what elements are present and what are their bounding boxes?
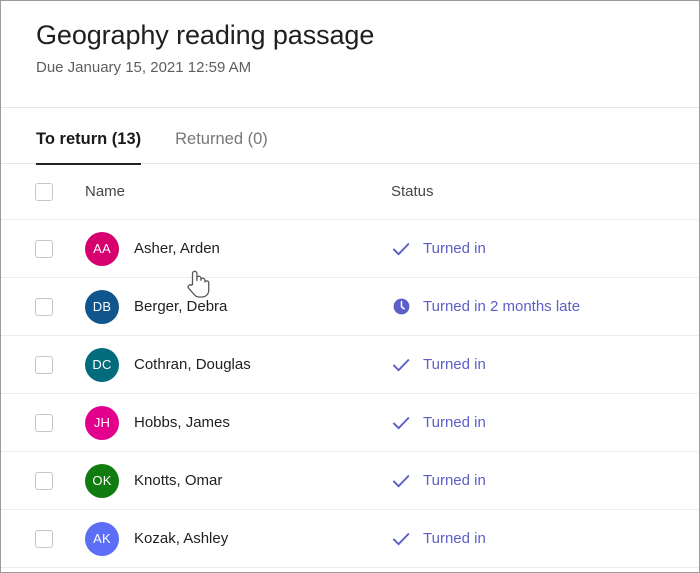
status-label: Turned in xyxy=(423,240,486,257)
row-checkbox[interactable] xyxy=(35,529,53,548)
table-row[interactable]: DB Berger, Debra Turned in 2 months late xyxy=(1,278,699,336)
status-label: Turned in xyxy=(423,530,486,547)
row-select-cell xyxy=(1,413,71,432)
student-name: Asher, Arden xyxy=(134,240,220,257)
row-checkbox[interactable] xyxy=(35,471,53,490)
page-title: Geography reading passage xyxy=(36,20,375,50)
row-select-cell xyxy=(1,297,71,316)
student-name: Berger, Debra xyxy=(134,298,228,315)
clock-icon xyxy=(391,297,411,317)
check-icon xyxy=(391,471,411,491)
student-name: Hobbs, James xyxy=(134,414,230,431)
row-checkbox[interactable] xyxy=(35,355,53,374)
check-icon xyxy=(391,355,411,375)
row-checkbox[interactable] xyxy=(35,239,53,258)
row-select-cell xyxy=(1,529,71,548)
assignment-header: Geography reading passage Due January 15… xyxy=(1,1,699,108)
student-cell[interactable]: JH Hobbs, James xyxy=(71,405,391,440)
avatar: DB xyxy=(85,289,119,324)
select-all-checkbox[interactable] xyxy=(35,182,53,201)
check-icon xyxy=(391,413,411,433)
student-list: AA Asher, Arden Turned in DB Berger, Debra Tu… xyxy=(1,220,699,568)
student-name: Cothran, Douglas xyxy=(134,356,251,373)
status-label: Turned in xyxy=(423,356,486,373)
check-icon xyxy=(391,529,411,549)
table-row[interactable]: OK Knotts, Omar Turned in xyxy=(1,452,699,510)
table-row[interactable]: JH Hobbs, James Turned in xyxy=(1,394,699,452)
student-cell[interactable]: DC Cothran, Douglas xyxy=(71,347,391,382)
student-name: Knotts, Omar xyxy=(134,472,223,489)
avatar: OK xyxy=(85,463,119,498)
student-cell[interactable]: OK Knotts, Omar xyxy=(71,463,391,498)
tab-returned[interactable]: Returned (0) xyxy=(175,108,268,165)
status-cell[interactable]: Turned in xyxy=(391,471,699,491)
status-cell[interactable]: Turned in xyxy=(391,529,699,549)
student-cell[interactable]: AA Asher, Arden xyxy=(71,231,391,266)
avatar: JH xyxy=(85,405,119,440)
tab-to-return[interactable]: To return (13) xyxy=(36,108,142,165)
assignment-return-panel: Geography reading passage Due January 15… xyxy=(0,0,700,573)
row-checkbox[interactable] xyxy=(35,297,53,316)
due-date-label: Due January 15, 2021 12:59 AM xyxy=(36,59,252,76)
tab-bar: To return (13) Returned (0) xyxy=(1,108,699,165)
status-label: Turned in 2 months late xyxy=(423,298,581,315)
table-row[interactable]: DC Cothran, Douglas Turned in xyxy=(1,336,699,394)
table-row[interactable]: AK Kozak, Ashley Turned in xyxy=(1,510,699,568)
status-label: Turned in xyxy=(423,472,486,489)
status-cell[interactable]: Turned in xyxy=(391,355,699,375)
row-checkbox[interactable] xyxy=(35,413,53,432)
column-header-name[interactable]: Name xyxy=(71,183,391,200)
status-cell[interactable]: Turned in xyxy=(391,413,699,433)
avatar: AA xyxy=(85,231,119,266)
status-cell[interactable]: Turned in xyxy=(391,239,699,259)
student-cell[interactable]: DB Berger, Debra xyxy=(71,289,391,324)
status-cell[interactable]: Turned in 2 months late xyxy=(391,297,699,317)
check-icon xyxy=(391,239,411,259)
row-select-cell xyxy=(1,239,71,258)
column-header-status[interactable]: Status xyxy=(391,183,699,200)
status-label: Turned in xyxy=(423,414,486,431)
row-select-cell xyxy=(1,355,71,374)
avatar: DC xyxy=(85,347,119,382)
select-all-cell xyxy=(1,182,71,201)
table-row[interactable]: AA Asher, Arden Turned in xyxy=(1,220,699,278)
student-cell[interactable]: AK Kozak, Ashley xyxy=(71,521,391,556)
student-name: Kozak, Ashley xyxy=(134,530,229,547)
row-select-cell xyxy=(1,471,71,490)
avatar: AK xyxy=(85,521,119,556)
table-header-row: Name Status xyxy=(1,164,699,220)
